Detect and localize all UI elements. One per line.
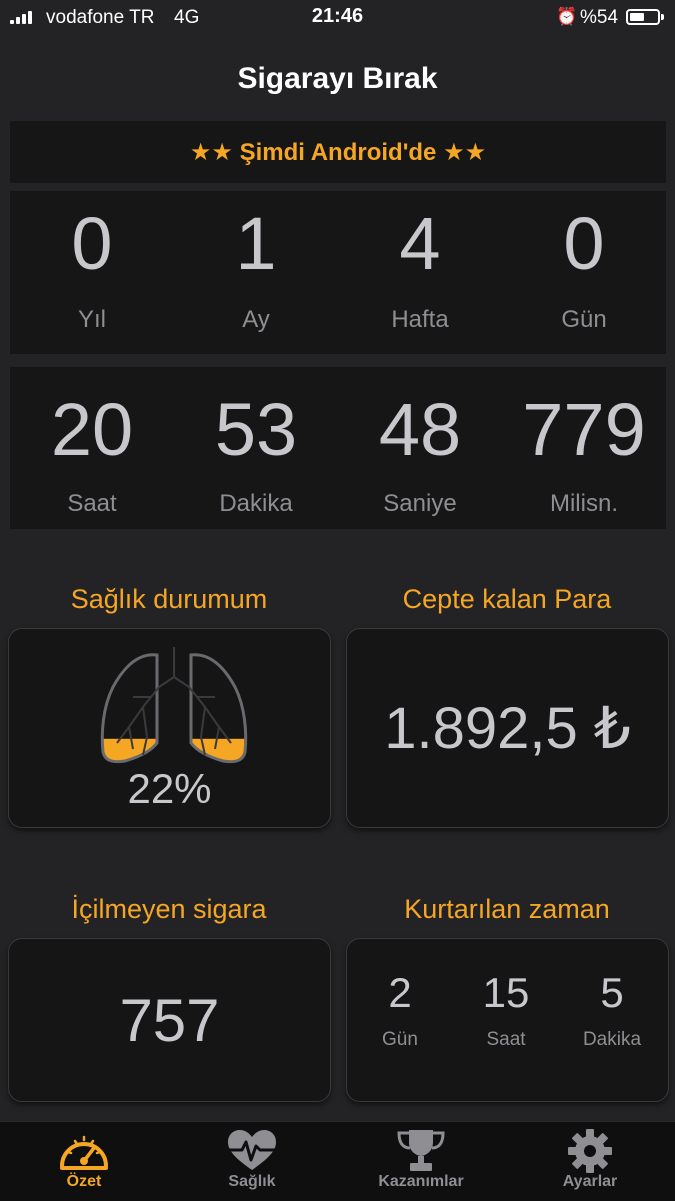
battery-icon [626, 9, 660, 25]
gear-icon [568, 1129, 612, 1173]
heart-pulse-icon [228, 1130, 276, 1170]
saved-label: Saat [486, 1029, 526, 1050]
time-saved-heading: Kurtarılan zaman [404, 894, 610, 924]
elapsed-weeks: 4 Hafta [338, 191, 502, 354]
tab-bar: Özet Sağlık Kazanımlar Ayarlar [0, 1121, 675, 1201]
tab-label: Özet [66, 1173, 102, 1190]
elapsed-label: Saniye [383, 490, 457, 517]
tab-summary[interactable]: Özet [0, 1122, 168, 1201]
elapsed-label: Saat [67, 490, 117, 517]
saved-value: 5 [600, 969, 624, 1016]
elapsed-label: Gün [561, 306, 607, 333]
trophy-icon [397, 1130, 445, 1171]
status-bar: vodafone TR 4G 21:46 ⏰ %54 [0, 0, 675, 36]
battery-percent: %54 [580, 7, 619, 28]
promo-banner[interactable]: ★★ Şimdi Android'de ★★ [10, 121, 666, 183]
elapsed-value: 53 [214, 388, 298, 471]
alarm-clock-icon: ⏰ [556, 7, 578, 26]
elapsed-label: Milisn. [549, 490, 618, 517]
health-percent: 22% [127, 765, 212, 812]
elapsed-months: 1 Ay [174, 191, 338, 354]
page-title: Sigarayı Bırak [237, 62, 438, 95]
saved-label: Gün [382, 1029, 418, 1050]
lungs-icon [100, 647, 248, 764]
cigarettes-card[interactable]: 757 [8, 938, 331, 1102]
saved-minutes: 5 Dakika [559, 969, 665, 1051]
elapsed-years: 0 Yıl [10, 191, 174, 354]
elapsed-label: Hafta [391, 306, 449, 333]
elapsed-value: 1 [235, 202, 277, 285]
elapsed-value: 779 [522, 388, 646, 471]
saved-label: Dakika [582, 1029, 642, 1050]
elapsed-time-panel: 20 Saat 53 Dakika 48 Saniye 779 Milisn. [10, 367, 666, 529]
tab-label: Kazanımlar [378, 1173, 464, 1190]
cigarettes-heading: İçilmeyen sigara [71, 894, 267, 924]
tab-settings[interactable]: Ayarlar [506, 1122, 674, 1201]
elapsed-value: 0 [563, 202, 605, 285]
saved-days: 2 Gün [347, 969, 453, 1051]
elapsed-value: 4 [399, 202, 441, 285]
elapsed-label: Dakika [219, 490, 293, 517]
tab-label: Ayarlar [562, 1173, 618, 1190]
saved-value: 15 [482, 969, 530, 1016]
elapsed-value: 0 [71, 202, 113, 285]
health-card[interactable]: 22% [8, 628, 331, 828]
cigarettes-value: 757 [119, 986, 220, 1054]
tab-label: Sağlık [228, 1173, 276, 1190]
tab-achievements[interactable]: Kazanımlar [337, 1122, 505, 1201]
elapsed-label: Ay [242, 306, 270, 333]
speedometer-icon [60, 1135, 108, 1170]
tab-health[interactable]: Sağlık [168, 1122, 336, 1201]
health-heading: Sağlık durumum [70, 584, 268, 614]
battery-nub [661, 14, 664, 20]
saved-value: 2 [388, 969, 412, 1016]
money-value: 1.892,5 ₺ [384, 696, 631, 761]
elapsed-date-panel: 0 Yıl 1 Ay 4 Hafta 0 Gün [10, 191, 666, 354]
elapsed-days: 0 Gün [502, 191, 666, 354]
elapsed-minutes: 53 Dakika [174, 367, 338, 529]
elapsed-value: 48 [378, 388, 462, 471]
elapsed-milliseconds: 779 Milisn. [502, 367, 666, 529]
elapsed-value: 20 [50, 388, 134, 471]
elapsed-label: Yıl [77, 306, 106, 333]
money-heading: Cepte kalan Para [402, 584, 612, 614]
elapsed-hours: 20 Saat [10, 367, 174, 529]
saved-hours: 15 Saat [453, 969, 559, 1051]
time-saved-card[interactable]: 2 Gün 15 Saat 5 Dakika [346, 938, 669, 1102]
money-card[interactable]: 1.892,5 ₺ [346, 628, 669, 828]
elapsed-seconds: 48 Saniye [338, 367, 502, 529]
